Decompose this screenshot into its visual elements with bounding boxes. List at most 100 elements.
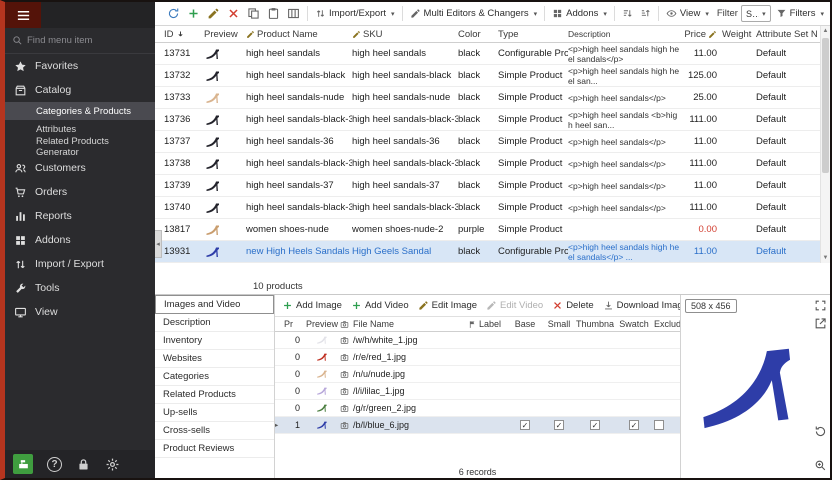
image-row-selected[interactable]: 1 /b/l/blue_6.jpg bbox=[275, 417, 680, 434]
sidebar-item-categories-products[interactable]: Categories & Products bbox=[5, 102, 155, 120]
column-header-file-name[interactable]: File Name bbox=[340, 319, 468, 329]
copy-button[interactable] bbox=[245, 5, 262, 22]
scroll-down-arrow[interactable]: ▼ bbox=[821, 253, 830, 263]
image-row[interactable]: 0 /g/r/green_2.jpg bbox=[275, 400, 680, 417]
image-row[interactable]: 0 /w/h/white_1.jpg bbox=[275, 332, 680, 349]
image-row[interactable]: 0 /r/e/red_1.jpg bbox=[275, 349, 680, 366]
multi-editors-dropdown[interactable]: Multi Editors & Changers bbox=[408, 6, 540, 21]
edit-product-button[interactable] bbox=[205, 5, 222, 22]
column-header-type[interactable]: Type bbox=[498, 29, 568, 40]
import-export-dropdown[interactable]: Import/Export bbox=[313, 6, 397, 21]
settings-button[interactable] bbox=[105, 457, 120, 472]
add-image-button[interactable]: Add Image bbox=[281, 298, 343, 313]
addons-dropdown[interactable]: Addons bbox=[550, 6, 609, 21]
column-header-preview[interactable]: Preview bbox=[204, 29, 246, 40]
product-row[interactable]: 13733 high heel sandals-nude high heel s… bbox=[155, 87, 830, 109]
refresh-button[interactable] bbox=[165, 5, 182, 22]
vertical-scrollbar[interactable]: ▲ ▼ bbox=[820, 26, 830, 263]
column-header-weight[interactable]: Weight bbox=[722, 29, 756, 40]
tab-up-sells[interactable]: Up-sells bbox=[155, 404, 274, 422]
product-row[interactable]: 13817 women shoes-nude women shoes-nude-… bbox=[155, 219, 830, 241]
sidebar-collapse-handle[interactable]: ◂ bbox=[155, 230, 162, 258]
cell-attribute-set: Default bbox=[756, 202, 818, 213]
product-row[interactable]: 13738 high heel sandals-black-37 high he… bbox=[155, 153, 830, 175]
delete-product-button[interactable] bbox=[225, 5, 242, 22]
swatch-checkbox[interactable] bbox=[629, 420, 639, 430]
sidebar-item-catalog[interactable]: Catalog bbox=[5, 78, 155, 102]
tab-websites[interactable]: Websites bbox=[155, 350, 274, 368]
tab-categories[interactable]: Categories bbox=[155, 368, 274, 386]
tab-inventory[interactable]: Inventory bbox=[155, 332, 274, 350]
product-row[interactable]: 13736 high heel sandals-black-36 high he… bbox=[155, 109, 830, 131]
column-header-image-preview[interactable]: Preview bbox=[304, 319, 340, 329]
edit-video-button[interactable]: Edit Video bbox=[485, 298, 544, 313]
rotate-button[interactable] bbox=[814, 425, 827, 438]
cell-color: black bbox=[458, 70, 498, 81]
column-header-base[interactable]: Base bbox=[508, 319, 542, 329]
column-header-exclude[interactable]: Exclude bbox=[654, 319, 680, 329]
column-header-sku[interactable]: SKU bbox=[352, 29, 458, 40]
menu-search-input[interactable] bbox=[27, 35, 148, 46]
column-header-small[interactable]: Small bbox=[542, 319, 576, 329]
exclude-checkbox[interactable] bbox=[654, 420, 664, 430]
column-header-thumbnail[interactable]: Thumbna bbox=[576, 319, 614, 329]
sort-ascending-button[interactable] bbox=[620, 6, 635, 21]
sidebar-item-addons[interactable]: Addons bbox=[5, 228, 155, 252]
sidebar-item-tools[interactable]: Tools bbox=[5, 276, 155, 300]
scrollbar-thumb[interactable] bbox=[822, 38, 829, 173]
image-row[interactable]: 0 /n/u/nude.jpg bbox=[275, 366, 680, 383]
add-product-button[interactable] bbox=[185, 5, 202, 22]
column-header-id[interactable]: ID bbox=[164, 29, 204, 40]
tab-cross-sells[interactable]: Cross-sells bbox=[155, 422, 274, 440]
tab-product-reviews[interactable]: Product Reviews bbox=[155, 440, 274, 458]
sidebar-item-import-export[interactable]: Import / Export bbox=[5, 252, 155, 276]
add-video-button[interactable]: Add Video bbox=[350, 298, 410, 313]
scrollbar-track[interactable] bbox=[821, 36, 830, 253]
product-row[interactable]: 13731 high heel sandals high heel sandal… bbox=[155, 43, 830, 65]
product-row[interactable]: 13737 high heel sandals-36 high heel san… bbox=[155, 131, 830, 153]
tab-description[interactable]: Description bbox=[155, 314, 274, 332]
delete-image-button[interactable]: Delete bbox=[551, 298, 594, 313]
category-filter-select[interactable]: Show products from selected categories bbox=[741, 5, 771, 22]
columns-button[interactable] bbox=[285, 5, 302, 22]
product-row[interactable]: 13740 high heel sandals-black-38 high he… bbox=[155, 197, 830, 219]
sort-descending-button[interactable] bbox=[638, 6, 653, 21]
sidebar-item-related-products-generator[interactable]: Related Products Generator bbox=[5, 138, 155, 156]
sidebar-item-view[interactable]: View bbox=[5, 300, 155, 324]
filters-dropdown[interactable]: Filters bbox=[774, 6, 826, 21]
open-external-button[interactable] bbox=[814, 317, 827, 330]
product-row[interactable]: 13732 high heel sandals-black high heel … bbox=[155, 65, 830, 87]
column-header-position[interactable]: Pr bbox=[284, 319, 304, 329]
column-header-label[interactable]: Label bbox=[468, 319, 508, 329]
sidebar-item-orders[interactable]: Orders bbox=[5, 180, 155, 204]
small-checkbox[interactable] bbox=[554, 420, 564, 430]
column-header-price[interactable]: Price bbox=[680, 29, 722, 40]
tab-images-and-video[interactable]: Images and Video bbox=[155, 295, 274, 314]
column-header-color[interactable]: Color bbox=[458, 29, 498, 40]
scroll-up-arrow[interactable]: ▲ bbox=[821, 26, 830, 36]
edit-image-button[interactable]: Edit Image bbox=[417, 298, 478, 313]
view-dropdown[interactable]: View bbox=[664, 6, 711, 21]
base-checkbox[interactable] bbox=[520, 420, 530, 430]
sidebar-item-customers[interactable]: Customers bbox=[5, 156, 155, 180]
product-row[interactable]: 13739 high heel sandals-37 high heel san… bbox=[155, 175, 830, 197]
download-image-button[interactable]: Download Image bbox=[602, 298, 680, 313]
hamburger-menu-button[interactable] bbox=[5, 2, 41, 28]
help-button[interactable]: ? bbox=[47, 457, 62, 472]
sidebar-item-reports[interactable]: Reports bbox=[5, 204, 155, 228]
zoom-button[interactable] bbox=[814, 459, 827, 472]
sidebar-item-favorites[interactable]: Favorites bbox=[5, 54, 155, 78]
column-header-description[interactable]: Description bbox=[568, 29, 680, 39]
thumbnail-checkbox[interactable] bbox=[590, 420, 600, 430]
product-row-selected[interactable]: 13931 new High Heels Sandals High Geels … bbox=[155, 241, 830, 263]
paste-button[interactable] bbox=[265, 5, 282, 22]
column-header-swatch[interactable]: Swatch bbox=[614, 319, 654, 329]
pos-register-button[interactable] bbox=[13, 454, 33, 474]
tab-related-products[interactable]: Related Products bbox=[155, 386, 274, 404]
lock-button[interactable] bbox=[76, 457, 91, 472]
cell-description: <p>high heel sandals</p> bbox=[568, 93, 680, 103]
column-header-attribute-set[interactable]: Attribute Set Name bbox=[756, 29, 818, 40]
image-row[interactable]: 0 /l/i/lilac_1.jpg bbox=[275, 383, 680, 400]
column-header-product-name[interactable]: Product Name bbox=[246, 29, 352, 40]
fullscreen-button[interactable] bbox=[814, 299, 827, 312]
